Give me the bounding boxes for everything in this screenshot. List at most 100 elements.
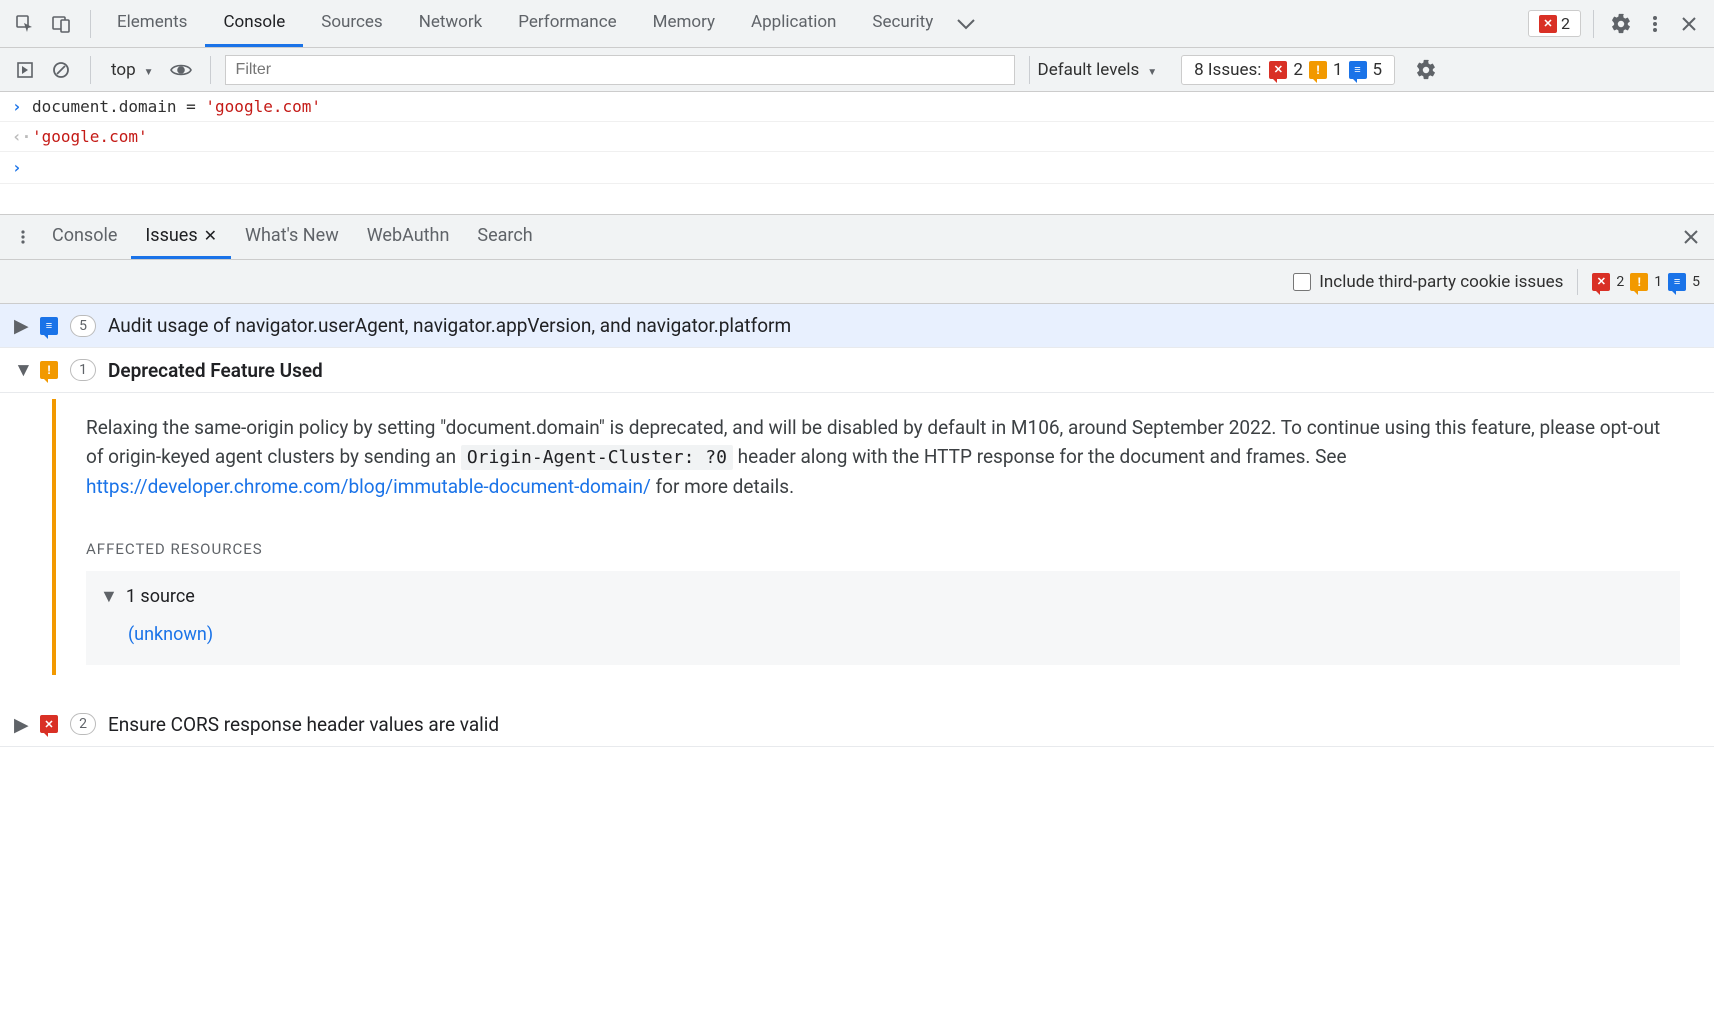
source-link[interactable]: (unknown) — [128, 621, 1666, 649]
issues-toolbar: Include third-party cookie issues ✕ 2 ! 1 … — [0, 260, 1714, 304]
tab-console[interactable]: Console — [205, 0, 303, 47]
console-input-line[interactable]: › document.domain = 'google.com' — [0, 92, 1714, 122]
info-icon: ≡ — [40, 317, 58, 335]
log-levels-selector[interactable]: Default levels — [1029, 56, 1166, 84]
info-icon: ≡ — [1668, 273, 1686, 291]
drawer-tab-label: Issues — [145, 225, 197, 246]
devtools-main-toolbar: Elements Console Sources Network Perform… — [0, 0, 1714, 48]
issues-label: 8 Issues: — [1194, 60, 1261, 80]
error-count: 2 — [1561, 14, 1570, 33]
console-output: › document.domain = 'google.com' ‹· 'goo… — [0, 92, 1714, 184]
error-count-badge[interactable]: ✕ 2 — [1528, 10, 1581, 37]
close-drawer-icon[interactable] — [1676, 222, 1706, 252]
chevron-down-icon — [140, 60, 154, 80]
error-icon: ✕ — [40, 715, 58, 733]
error-icon: ✕ — [1592, 273, 1610, 291]
tab-performance[interactable]: Performance — [500, 0, 634, 47]
checkbox[interactable] — [1293, 273, 1311, 291]
clear-console-icon[interactable] — [46, 55, 76, 85]
divider — [1593, 10, 1594, 38]
tab-sources[interactable]: Sources — [303, 0, 400, 47]
issue-count: 5 — [70, 315, 96, 337]
issue-row[interactable]: ▶ ✕ 2 Ensure CORS response header values… — [0, 703, 1714, 747]
prompt-icon: › — [12, 158, 32, 177]
divider — [90, 56, 91, 84]
code: document.domain = 'google.com' — [32, 97, 321, 116]
doc-link[interactable]: https://developer.chrome.com/blog/immuta… — [86, 475, 651, 498]
divider — [1577, 269, 1578, 295]
issue-title: Ensure CORS response header values are v… — [108, 713, 499, 736]
issues-counts: ✕ 2 ! 1 ≡ 5 — [1592, 273, 1700, 291]
issue-count: 2 — [70, 713, 96, 735]
issue-row[interactable]: ▼ ! 1 Deprecated Feature Used — [0, 348, 1714, 393]
error-icon: ✕ — [1539, 15, 1557, 33]
info-count: 5 — [1692, 274, 1700, 290]
drawer-tabs: Console Issues ✕ What's New WebAuthn Sea… — [0, 214, 1714, 260]
divider — [90, 10, 91, 38]
drawer-tab-whatsnew[interactable]: What's New — [231, 215, 353, 259]
issue-detail: Relaxing the same-origin policy by setti… — [52, 399, 1700, 675]
err-count: 2 — [1616, 274, 1624, 290]
collapse-caret-icon: ▼ — [100, 583, 118, 611]
toggle-sidebar-icon[interactable] — [10, 55, 40, 85]
close-devtools-icon[interactable] — [1674, 9, 1704, 39]
filter-input[interactable] — [225, 55, 1015, 85]
code-snippet: Origin-Agent-Cluster: ?0 — [461, 445, 733, 470]
drawer-tab-webauthn[interactable]: WebAuthn — [353, 215, 464, 259]
drawer-tab-console[interactable]: Console — [38, 215, 131, 259]
main-tabs: Elements Console Sources Network Perform… — [99, 0, 981, 47]
tab-application[interactable]: Application — [733, 0, 854, 47]
expand-caret-icon[interactable]: ▶ — [14, 713, 28, 736]
tab-network[interactable]: Network — [401, 0, 501, 47]
drawer-kebab-icon[interactable] — [8, 222, 38, 252]
collapse-caret-icon[interactable]: ▼ — [14, 358, 28, 382]
info-count: 5 — [1373, 60, 1383, 80]
console-prompt[interactable]: › — [0, 152, 1714, 184]
device-toolbar-icon[interactable] — [46, 9, 76, 39]
kebab-menu-icon[interactable] — [1640, 9, 1670, 39]
issue-description: Relaxing the same-origin policy by setti… — [86, 413, 1680, 502]
error-icon: ✕ — [1269, 61, 1287, 79]
console-settings-gear-icon[interactable] — [1411, 55, 1441, 85]
issue-row[interactable]: ▶ ≡ 5 Audit usage of navigator.userAgent… — [0, 304, 1714, 348]
issue-title: Audit usage of navigator.userAgent, navi… — [108, 314, 791, 337]
info-icon: ≡ — [1349, 61, 1367, 79]
console-return-line[interactable]: ‹· 'google.com' — [0, 122, 1714, 152]
prompt-icon: › — [12, 97, 32, 116]
eye-icon[interactable] — [166, 55, 196, 85]
tab-memory[interactable]: Memory — [635, 0, 733, 47]
warning-icon: ! — [1309, 61, 1327, 79]
drawer-tab-issues[interactable]: Issues ✕ — [131, 215, 231, 259]
warning-icon: ! — [1630, 273, 1648, 291]
warning-icon: ! — [40, 361, 58, 379]
checkbox-label: Include third-party cookie issues — [1319, 272, 1563, 292]
inspect-element-icon[interactable] — [10, 9, 40, 39]
source-count: 1 source — [126, 583, 195, 611]
warn-count: 1 — [1654, 274, 1662, 290]
tab-elements[interactable]: Elements — [99, 0, 205, 47]
console-toolbar: top Default levels 8 Issues: ✕ 2 ! 1 ≡ 5 — [0, 48, 1714, 92]
return-icon: ‹· — [12, 127, 32, 146]
divider — [210, 56, 211, 84]
settings-gear-icon[interactable] — [1606, 9, 1636, 39]
chevron-down-icon — [1143, 60, 1157, 80]
source-toggle[interactable]: ▼ 1 source — [100, 583, 1666, 611]
include-third-party-checkbox[interactable]: Include third-party cookie issues — [1293, 272, 1563, 292]
levels-label: Default levels — [1038, 60, 1140, 80]
issue-count: 1 — [70, 359, 96, 381]
drawer-tab-search[interactable]: Search — [463, 215, 546, 259]
close-tab-icon[interactable]: ✕ — [204, 226, 217, 245]
issue-title: Deprecated Feature Used — [108, 359, 323, 382]
context-selector[interactable]: top — [105, 56, 160, 84]
more-tabs-icon[interactable] — [951, 9, 981, 39]
context-label: top — [111, 60, 136, 80]
issues-summary[interactable]: 8 Issues: ✕ 2 ! 1 ≡ 5 — [1181, 55, 1395, 85]
err-count: 2 — [1293, 60, 1303, 80]
issues-list: ▶ ≡ 5 Audit usage of navigator.userAgent… — [0, 304, 1714, 747]
expand-caret-icon[interactable]: ▶ — [14, 314, 28, 337]
return-value: 'google.com' — [32, 127, 148, 146]
tab-security[interactable]: Security — [854, 0, 951, 47]
affected-resources-header: AFFECTED RESOURCES — [86, 538, 1680, 561]
affected-resources-box: ▼ 1 source (unknown) — [86, 571, 1680, 665]
warn-count: 1 — [1333, 60, 1343, 80]
